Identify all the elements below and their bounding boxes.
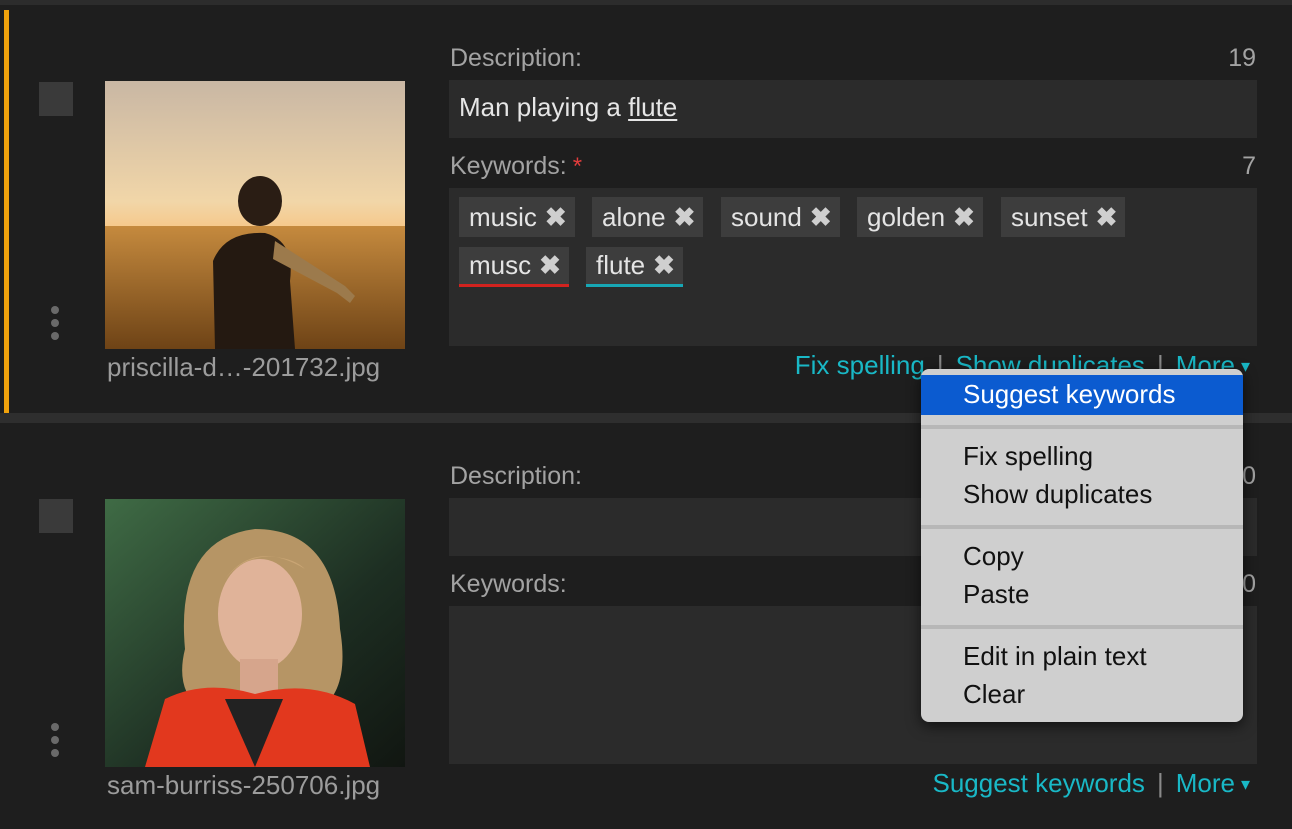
fix-spelling-link[interactable]: Fix spelling bbox=[795, 350, 925, 380]
menu-item-paste[interactable]: Paste bbox=[963, 579, 1030, 610]
select-checkbox[interactable] bbox=[39, 499, 73, 533]
description-char-count: 0 bbox=[1242, 462, 1256, 490]
keyword-chip[interactable]: sunset ✖ bbox=[1001, 197, 1126, 237]
remove-keyword-icon[interactable]: ✖ bbox=[539, 250, 561, 281]
keyword-text: sunset bbox=[1011, 201, 1088, 232]
description-input[interactable]: Man playing a flute bbox=[449, 80, 1257, 138]
description-text: Man playing a bbox=[459, 92, 629, 122]
keyword-chip[interactable]: sound ✖ bbox=[721, 197, 840, 237]
thumbnail-image[interactable] bbox=[105, 81, 405, 349]
more-menu-link[interactable]: More bbox=[1176, 768, 1235, 798]
keyword-text: music bbox=[469, 201, 537, 232]
remove-keyword-icon[interactable]: ✖ bbox=[810, 202, 832, 233]
keywords-count: 0 bbox=[1242, 570, 1256, 598]
description-char-count: 19 bbox=[1228, 44, 1256, 72]
more-context-menu: Suggest keywords Fix spelling Show dupli… bbox=[921, 369, 1243, 722]
menu-separator bbox=[921, 525, 1243, 529]
keyword-chip-misspelled[interactable]: musc ✖ bbox=[459, 247, 569, 287]
description-label: Description: bbox=[450, 44, 582, 72]
keyword-chip[interactable]: alone ✖ bbox=[592, 197, 704, 237]
remove-keyword-icon[interactable]: ✖ bbox=[674, 202, 696, 233]
remove-keyword-icon[interactable]: ✖ bbox=[953, 202, 975, 233]
keywords-label-text: Keywords: bbox=[450, 152, 567, 180]
drag-handle-icon[interactable] bbox=[51, 306, 61, 345]
drag-handle-icon[interactable] bbox=[51, 723, 61, 762]
menu-item-fix-spelling[interactable]: Fix spelling bbox=[963, 441, 1093, 472]
filename: priscilla-d…-201732.jpg bbox=[107, 352, 381, 382]
keywords-label: Keywords: * bbox=[450, 152, 582, 181]
description-label: Description: bbox=[450, 462, 582, 490]
keyword-text: flute bbox=[596, 250, 646, 280]
menu-separator bbox=[921, 425, 1243, 429]
misspelled-word[interactable]: flute bbox=[628, 92, 677, 122]
menu-item-show-duplicates[interactable]: Show duplicates bbox=[963, 479, 1152, 510]
keywords-label: Keywords: bbox=[450, 570, 567, 598]
thumbnail-image[interactable] bbox=[105, 499, 405, 767]
menu-item-clear[interactable]: Clear bbox=[963, 679, 1025, 710]
keyword-actions: Suggest keywords | More ▾ bbox=[932, 768, 1250, 799]
remove-keyword-icon[interactable]: ✖ bbox=[545, 202, 567, 233]
link-separator: | bbox=[1156, 768, 1164, 798]
keyword-text: golden bbox=[867, 201, 946, 232]
keywords-count: 7 bbox=[1242, 152, 1256, 180]
menu-item-edit-plain-text[interactable]: Edit in plain text bbox=[963, 641, 1147, 672]
menu-item-suggest-keywords[interactable]: Suggest keywords bbox=[921, 375, 1243, 415]
keyword-chip-duplicate[interactable]: flute ✖ bbox=[586, 247, 683, 287]
keyword-text: alone bbox=[602, 201, 666, 232]
suggest-keywords-link[interactable]: Suggest keywords bbox=[932, 768, 1144, 798]
caret-down-icon[interactable]: ▾ bbox=[1241, 774, 1250, 794]
keyword-chip[interactable]: golden ✖ bbox=[857, 197, 983, 237]
filename: sam-burriss-250706.jpg bbox=[107, 770, 381, 800]
keyword-text: musc bbox=[469, 250, 532, 280]
keyword-chip[interactable]: music ✖ bbox=[459, 197, 575, 237]
keyword-text: sound bbox=[731, 201, 802, 232]
required-marker: * bbox=[572, 153, 583, 180]
selected-accent-bar bbox=[4, 10, 9, 414]
menu-separator bbox=[921, 625, 1243, 629]
remove-keyword-icon[interactable]: ✖ bbox=[1096, 202, 1118, 233]
remove-keyword-icon[interactable]: ✖ bbox=[653, 250, 675, 281]
select-checkbox[interactable] bbox=[39, 82, 73, 116]
menu-item-copy[interactable]: Copy bbox=[963, 541, 1024, 572]
